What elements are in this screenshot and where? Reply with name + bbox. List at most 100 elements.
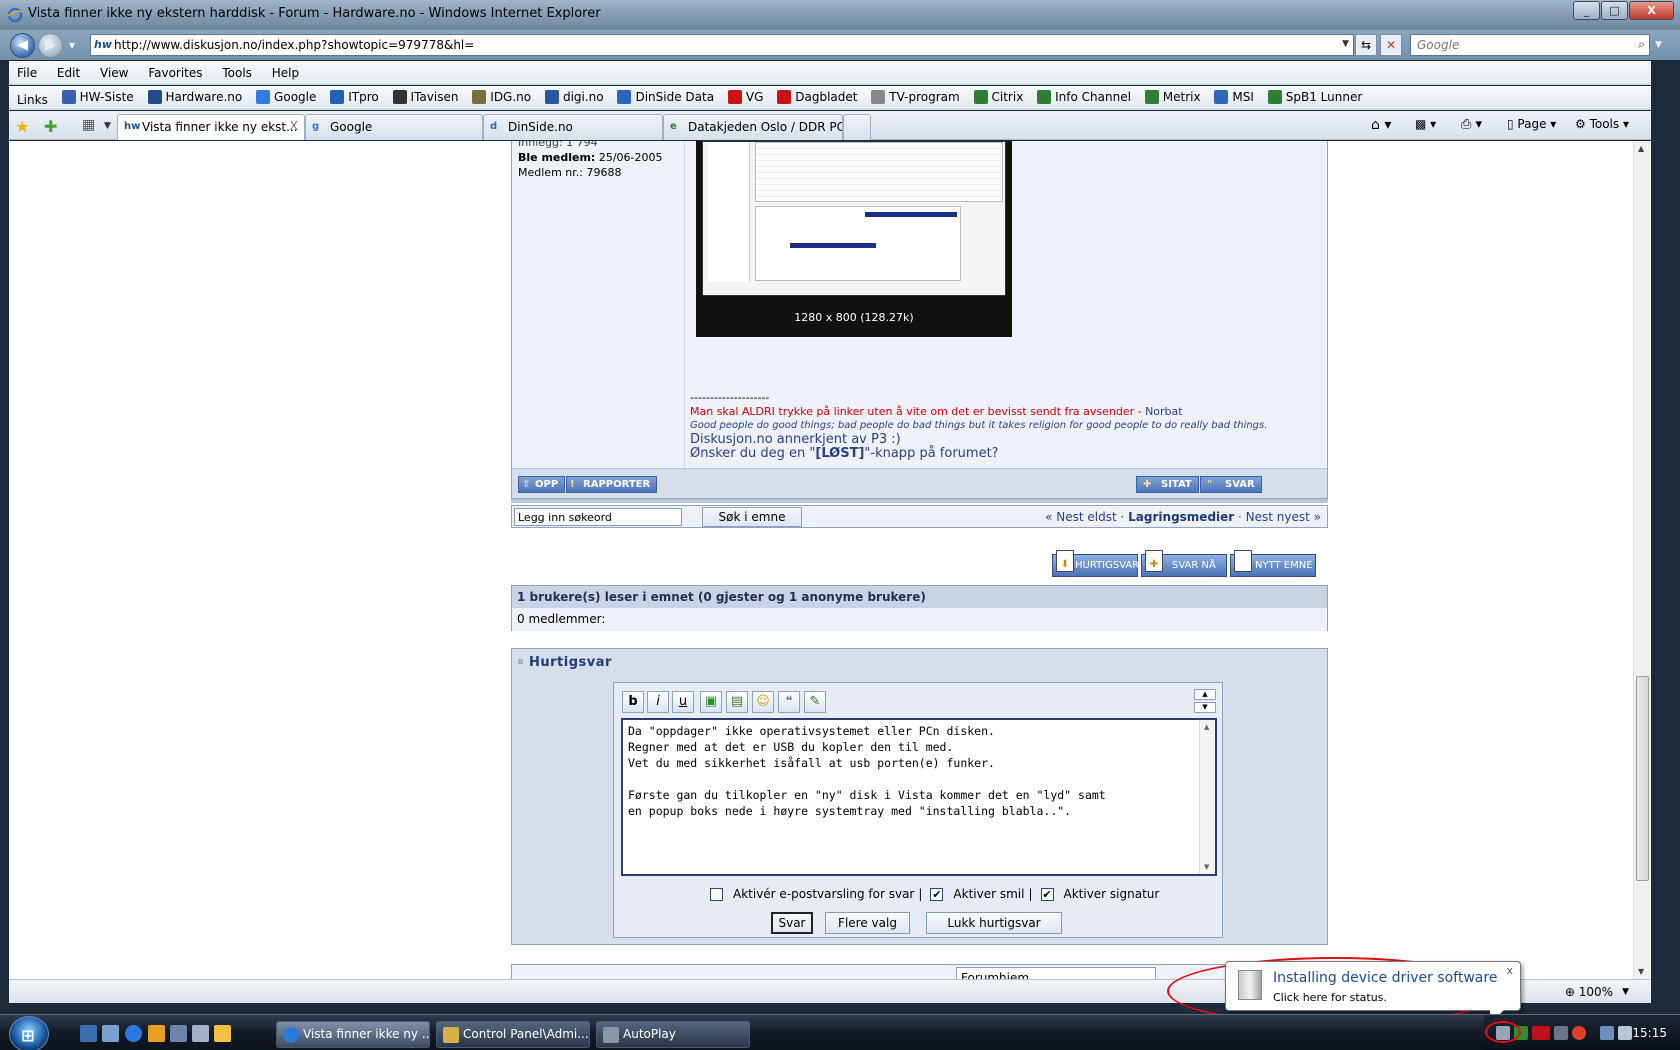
more-options-button[interactable]: Flere valg (825, 912, 910, 934)
home-icon[interactable]: ⌂ ▾ (1371, 117, 1391, 133)
forward-button[interactable]: ▶ (38, 33, 63, 58)
link-itpro[interactable]: ITpro (326, 86, 385, 104)
prev-topic-link[interactable]: « Nest eldst (1045, 510, 1117, 524)
clock[interactable]: 15:15 (1632, 1026, 1667, 1040)
taskbar-autoplay[interactable]: AutoPlay (596, 1021, 750, 1048)
link-dagbladet[interactable]: Dagbladet (773, 86, 863, 104)
back-button[interactable]: ◀ (10, 33, 35, 58)
underline-button[interactable]: u (672, 691, 694, 713)
insert-image-icon[interactable]: ▤ (726, 691, 748, 713)
search-topic-button[interactable]: Søk i emne (702, 507, 802, 527)
enable-smilies-checkbox[interactable]: ✔ (930, 887, 944, 901)
taskbar-ie-window[interactable]: Vista finner ikke ny ... (276, 1021, 430, 1048)
shrink-editor-icon[interactable]: ▲ (1194, 689, 1216, 700)
link-dinside-data[interactable]: DinSide Data (613, 86, 720, 104)
recycle-bin-icon[interactable] (192, 1025, 209, 1042)
favorites-center-star-icon[interactable]: ★ (15, 117, 29, 136)
link-tv-program[interactable]: TV-program (867, 86, 965, 104)
link-msi[interactable]: MSI (1210, 86, 1260, 104)
refresh-button[interactable]: ⇆ (1355, 34, 1377, 56)
scroll-up-icon[interactable]: ▲ (1638, 144, 1644, 153)
email-notify-checkbox[interactable] (710, 887, 723, 901)
next-topic-link[interactable]: Nest nyest » (1246, 510, 1321, 524)
notification-close-icon[interactable]: x (1506, 964, 1513, 977)
minimize-button[interactable]: _ (1573, 1, 1600, 20)
menu-help[interactable]: Help (264, 61, 307, 80)
print-icon[interactable]: ⎙ ▾ (1461, 117, 1482, 132)
italic-button[interactable]: i (647, 691, 669, 713)
report-button[interactable]: ! RAPPORTER (566, 476, 658, 493)
search-input[interactable] (1411, 35, 1611, 55)
smiley-icon[interactable]: ☺ (752, 691, 774, 713)
link-citrix[interactable]: Citrix (970, 86, 1030, 104)
tab-datakjeden[interactable]: e Datakjeden Oslo / DDR PC... (663, 114, 843, 140)
link-google[interactable]: Google (252, 86, 322, 104)
page-scrollbar[interactable]: ▲ ▼ (1633, 141, 1651, 979)
scroll-thumb[interactable] (1636, 676, 1649, 881)
link-spb1-lunner[interactable]: SpB1 Lunner (1264, 86, 1369, 104)
reply-button[interactable]: " SVAR (1200, 476, 1262, 493)
close-tab-button[interactable]: X (290, 119, 298, 133)
stop-button[interactable]: ✕ (1380, 34, 1402, 56)
search-provider-dropdown[interactable]: ▼ (1655, 40, 1662, 50)
menu-tools[interactable]: Tools (214, 61, 260, 80)
network-icon[interactable] (170, 1025, 187, 1042)
taskbar-control-panel[interactable]: Control Panel\Admi... (436, 1021, 590, 1048)
app-tray-icon[interactable] (1554, 1026, 1568, 1040)
address-dropdown-icon[interactable]: ▼ (1342, 39, 1349, 49)
close-quick-reply-button[interactable]: Lukk hurtigsvar (926, 912, 1062, 934)
link-vg[interactable]: VG (724, 86, 770, 104)
link-info-channel[interactable]: Info Channel (1033, 86, 1137, 104)
address-url[interactable]: http://www.diskusjon.no/index.php?showto… (114, 38, 474, 52)
up-button[interactable]: ⇧ OPP (518, 476, 566, 493)
tab-dinside[interactable]: d DinSide.no (483, 114, 663, 140)
link-idg[interactable]: IDG.no (468, 86, 537, 104)
ati-tray-icon[interactable] (1532, 1026, 1550, 1040)
address-bar[interactable]: hw http://www.diskusjon.no/index.php?sho… (90, 34, 1354, 56)
forum-jump-select[interactable]: Forumhiem (956, 967, 1156, 979)
lost-link[interactable]: [LØST] (815, 446, 864, 461)
insert-link-icon[interactable]: ▣ (700, 691, 722, 713)
bold-button[interactable]: b (622, 691, 644, 713)
menu-edit[interactable]: Edit (49, 61, 88, 80)
tab-vista-forum[interactable]: hw Vista finner ikke ny ekst... X (117, 114, 305, 140)
feeds-icon[interactable]: ▩ ▾ (1415, 117, 1436, 131)
recent-pages-dropdown[interactable]: ▼ (69, 41, 75, 50)
quote-button[interactable]: ✚ SITAT (1136, 476, 1199, 493)
search-icon[interactable]: ⌕ (1638, 37, 1645, 52)
topic-search-input[interactable] (514, 508, 682, 526)
link-itavisen[interactable]: ITavisen (389, 86, 465, 104)
add-favorite-icon[interactable]: ✚ (44, 117, 57, 136)
quick-tabs-icon[interactable]: ▦ (82, 117, 95, 133)
enable-signature-checkbox[interactable]: ✔ (1040, 887, 1054, 901)
expand-editor-icon[interactable]: ▼ (1194, 702, 1216, 713)
link-digi[interactable]: digi.no (541, 86, 610, 104)
link-metrix[interactable]: Metrix (1141, 86, 1207, 104)
search-box[interactable]: ⌕ (1410, 34, 1650, 56)
submit-reply-button[interactable]: Svar (771, 912, 813, 934)
reply-now-button[interactable]: ✚ SVAR NÅ (1141, 550, 1227, 577)
link-hw-siste[interactable]: HW-Siste (58, 86, 140, 104)
start-button[interactable]: ⊞ (9, 1016, 49, 1050)
switch-windows-icon[interactable] (102, 1025, 119, 1042)
zoom-dropdown-icon[interactable]: ▼ (1622, 987, 1629, 997)
menu-favorites[interactable]: Favorites (140, 61, 210, 80)
close-window-button[interactable]: X (1629, 1, 1674, 20)
menu-view[interactable]: View (92, 61, 136, 80)
volume-icon[interactable] (1618, 1026, 1632, 1040)
new-topic-button[interactable]: NYTT EMNE (1230, 550, 1316, 577)
internet-explorer-icon[interactable] (125, 1025, 142, 1042)
security-tray-icon[interactable] (1572, 1026, 1586, 1040)
forum-link[interactable]: Lagringsmedier (1128, 510, 1234, 524)
textarea-scrollbar[interactable]: ▲ ▼ (1199, 720, 1215, 874)
scroll-down-icon[interactable]: ▼ (1638, 967, 1644, 976)
network-tray-icon[interactable] (1600, 1026, 1614, 1040)
link-hardware-no[interactable]: Hardware.no (144, 86, 249, 104)
show-desktop-icon[interactable] (80, 1025, 97, 1042)
reply-textarea[interactable]: Da "oppdager" ikke operativsystemet elle… (621, 718, 1217, 876)
tools-menu[interactable]: ⚙ Tools ▾ (1575, 117, 1629, 131)
signature-icon[interactable]: ✎ (804, 691, 826, 713)
attached-screenshot[interactable]: 1280 x 800 (128.27k) (696, 141, 1012, 337)
media-player-icon[interactable] (148, 1025, 165, 1042)
quote-bubble-icon[interactable]: ❝ (778, 691, 800, 713)
